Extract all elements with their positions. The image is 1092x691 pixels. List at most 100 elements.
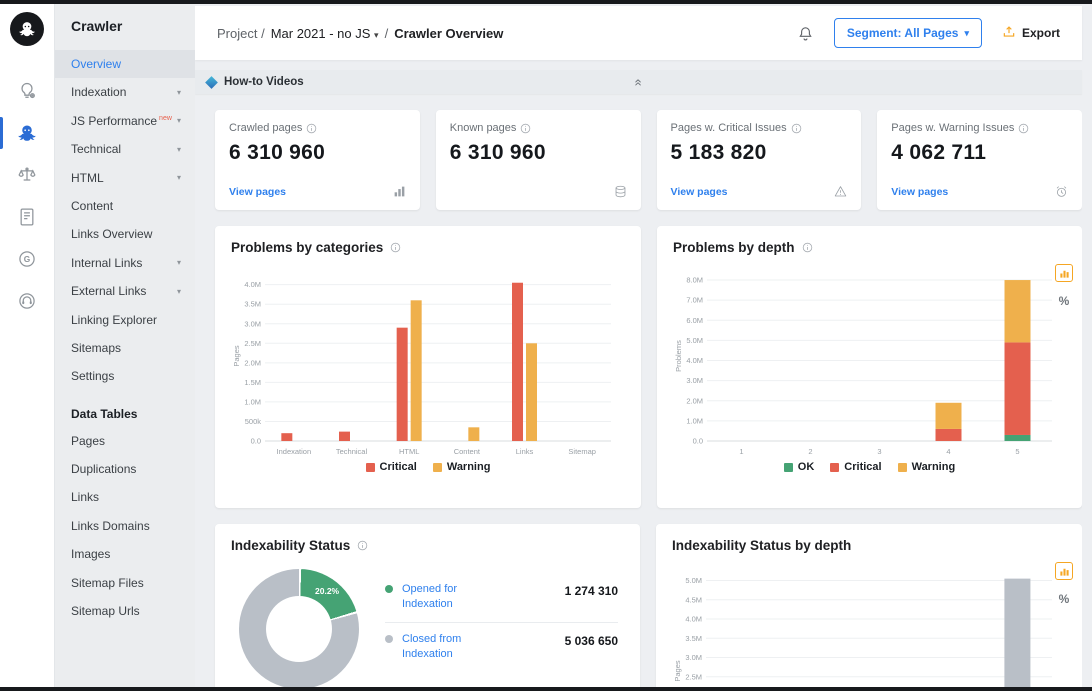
sidebar-item-pages[interactable]: Pages [55,427,195,455]
window-chrome-top [0,0,1092,4]
chevron-down-icon: ▾ [964,27,969,38]
legend-label: Warning [911,461,956,473]
sidebar-item-images[interactable]: Images [55,540,195,568]
legend-label: Critical [379,461,417,473]
info-icon[interactable] [357,540,368,551]
bar-chart-icon[interactable] [393,185,406,198]
svg-text:3: 3 [877,447,881,456]
info-icon[interactable] [520,123,531,134]
svg-text:G: G [24,254,30,264]
sidebar: Crawler Overview Indexation ▾ JS Performanc… [55,0,195,691]
sidebar-item-links-overview[interactable]: Links Overview [55,220,195,248]
crawler-octopus-icon[interactable] [0,112,55,154]
app-logo-octopus-icon[interactable] [10,12,44,46]
svg-text:5.0M: 5.0M [686,336,703,345]
chart-title-text: Problems by depth [673,240,795,255]
sidebar-item-external-links[interactable]: External Links ▾ [55,277,195,305]
svg-text:1.0M: 1.0M [244,397,261,406]
how-to-videos-bar: How-to Videos « [195,70,1082,94]
sidebar-item-linking-explorer[interactable]: Linking Explorer [55,306,195,334]
chart-type-toggle-icon[interactable] [1055,264,1073,282]
stat-card-value: 6 310 960 [229,141,326,164]
warning-icon[interactable] [834,185,847,198]
sidebar-item-indexation[interactable]: Indexation ▾ [55,78,195,106]
donut-hole [266,596,332,662]
info-icon[interactable] [802,242,813,253]
chevron-down-icon: ▾ [176,172,181,182]
indexability-by-depth-card: Indexability Status by depth % 2.5M 3.0M 3… [656,524,1082,691]
segment-link-closed-from-indexation[interactable]: Closed from Indexation [402,632,488,663]
stat-card-crawled-pages: Crawled pages 6 310 960 View pages [215,110,420,210]
view-pages-link[interactable]: View pages [229,186,286,198]
sidebar-item-links-domains[interactable]: Links Domains [55,512,195,540]
compare-scales-icon[interactable] [0,154,55,196]
sidebar-item-js-performance[interactable]: JS Performance new ▾ [55,107,195,135]
svg-text:7.0M: 7.0M [686,296,703,305]
alarm-icon[interactable] [1055,185,1068,198]
notifications-bell-icon[interactable] [797,25,814,42]
sidebar-item-sitemap-files[interactable]: Sitemap Files [55,569,195,597]
sidebar-item-html[interactable]: HTML ▾ [55,164,195,192]
sidebar-item-sitemap-urls[interactable]: Sitemap Urls [55,597,195,625]
legend-label: OK [797,461,815,473]
stat-card-footer: View pages [229,185,406,198]
problems-by-categories-card: Problems by categories 0.0 500k 1.0M 1.5M 2.… [215,226,641,508]
dataset-selector[interactable]: Mar 2021 - no JS ▾ [271,26,379,41]
svg-text:Sitemap: Sitemap [568,447,596,456]
sidebar-item-sitemaps[interactable]: Sitemaps [55,334,195,362]
donut-slice-label: 20.2% [315,586,340,596]
view-pages-link[interactable]: View pages [671,186,728,198]
chevron-down-icon: ▾ [374,29,379,40]
chart-type-toggle-icon[interactable] [1055,562,1073,580]
svg-text:5.0M: 5.0M [685,576,702,585]
sidebar-item-label: Content [71,198,114,213]
problems-by-categories-chart: 0.0 500k 1.0M 1.5M 2.0M 2.5M 3.0M 3.5M 4.0M Index… [231,263,625,459]
double-chevron-collapse-icon[interactable]: « [631,78,646,85]
google-icon[interactable]: G [0,238,55,280]
sidebar-item-technical[interactable]: Technical ▾ [55,135,195,163]
percent-toggle-icon[interactable]: % [1059,592,1070,606]
sidebar-item-label: Links Domains [71,518,150,533]
sidebar-item-internal-links[interactable]: Internal Links ▾ [55,249,195,277]
segment-button-label: Segment: All Pages [846,26,959,40]
sidebar-item-links[interactable]: Links [55,483,195,511]
export-label: Export [1021,26,1060,40]
svg-text:1.0M: 1.0M [686,416,703,425]
svg-text:Content: Content [454,447,481,456]
new-badge: new [159,114,172,122]
segment-link-opened-for-indexation[interactable]: Opened for Indexation [402,582,488,613]
support-headset-icon[interactable] [0,280,55,322]
sidebar-item-duplications[interactable]: Duplications [55,455,195,483]
segment-button[interactable]: Segment: All Pages ▾ [833,18,982,48]
database-icon[interactable] [614,185,627,198]
percent-toggle-icon[interactable]: % [1059,294,1070,308]
info-icon[interactable] [791,123,802,134]
svg-text:4.0M: 4.0M [244,280,261,289]
stat-card-value: 4 062 711 [891,141,987,164]
svg-text:2.5M: 2.5M [244,339,261,348]
svg-text:8.0M: 8.0M [686,276,703,285]
legend-label: Warning [446,461,491,473]
stat-card-pages-w-critical-issues: Pages w. Critical Issues 5 183 820 View pa… [656,110,862,210]
view-pages-link[interactable]: View pages [891,186,948,198]
svg-text:Technical: Technical [336,447,368,456]
stat-card-title: Pages w. Critical Issues [671,122,848,134]
svg-text:0.0: 0.0 [251,437,261,446]
sidebar-item-settings[interactable]: Settings [55,362,195,390]
info-icon[interactable] [306,123,317,134]
page-title: Crawler Overview [394,25,504,41]
topbar-actions: Segment: All Pages ▾ Export [797,18,1060,48]
segment-value: 5 036 650 [564,633,618,648]
ideas-bulb-icon[interactable] [0,70,55,112]
sidebar-item-content[interactable]: Content [55,192,195,220]
svg-text:6.0M: 6.0M [686,316,703,325]
info-icon[interactable] [1018,123,1029,134]
sidebar-item-overview[interactable]: Overview [55,50,195,79]
info-icon[interactable] [390,242,401,253]
stat-title-text: Pages w. Critical Issues [670,122,787,134]
indexability-legend: Opened for Indexation 1 274 310 Closed fro… [385,569,618,672]
logs-document-icon[interactable] [0,196,55,238]
chevron-down-icon: ▾ [176,258,181,268]
chart-title: Problems by categories [231,240,625,255]
export-button[interactable]: Export [1002,25,1060,42]
